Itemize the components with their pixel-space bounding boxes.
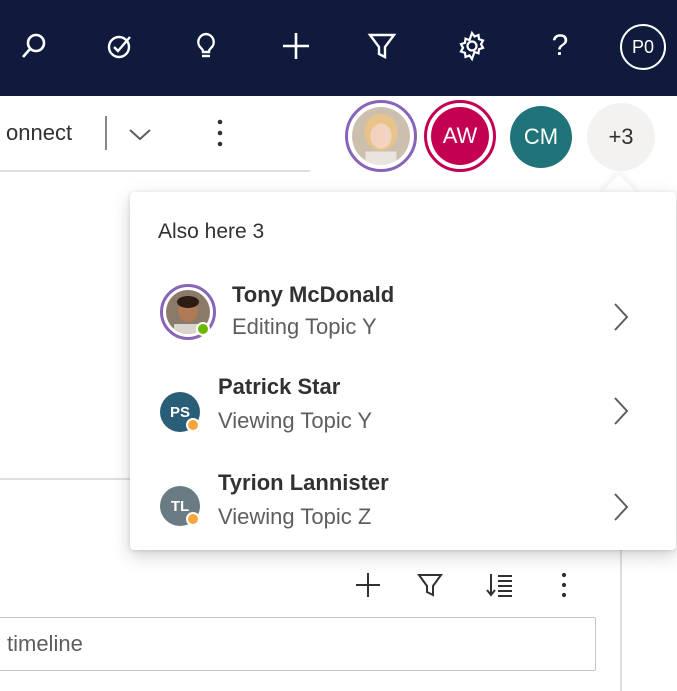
chevron-down-icon[interactable] [126, 122, 154, 146]
more-options-icon[interactable] [206, 116, 234, 150]
also-here-flyout: Also here 3 Tony McDonald Editing Topic … [130, 192, 676, 550]
user-initials: P0 [631, 36, 655, 57]
plus-icon[interactable] [272, 22, 320, 70]
avatar-photo [352, 107, 410, 165]
person-item-patrick-star[interactable]: PS Patrick Star Viewing Topic Y [130, 364, 676, 454]
connect-button[interactable]: onnect [6, 120, 72, 146]
overflow-count: +3 [608, 124, 634, 149]
avatar-aw-initials: AW [431, 107, 489, 165]
timeline-add-icon[interactable] [348, 565, 388, 605]
person-name: Patrick Star [218, 374, 341, 399]
chevron-right-icon [614, 303, 629, 331]
filter-icon[interactable] [358, 22, 406, 70]
person-status: Viewing Topic Z [218, 504, 372, 529]
person-status: Editing Topic Y [232, 314, 377, 339]
presence-away-icon [186, 418, 200, 432]
presence-away-icon [186, 512, 200, 526]
person-initials: PS [169, 403, 190, 421]
person-item-tyrion-lannister[interactable]: TL Tyrion Lannister Viewing Topic Z [130, 458, 676, 548]
top-nav-bar: ? P0 [0, 0, 677, 96]
presence-avatar-aw[interactable]: AW [424, 100, 496, 172]
presence-overflow-button[interactable]: +3 [587, 103, 655, 171]
search-icon[interactable] [10, 22, 58, 70]
help-glyph: ? [551, 29, 569, 62]
presence-avatar-cm[interactable]: CM [510, 106, 572, 168]
timeline-sort-icon[interactable] [480, 565, 520, 605]
help-icon[interactable]: ? [536, 22, 584, 70]
presence-avatar-photo[interactable] [345, 100, 417, 172]
command-bar-divider [0, 170, 310, 172]
person-item-tony-mcdonald[interactable]: Tony McDonald Editing Topic Y [130, 270, 676, 360]
command-bar: onnect [0, 96, 677, 178]
presence-available-icon [196, 322, 210, 336]
task-icon[interactable] [96, 22, 144, 70]
command-separator [105, 116, 107, 150]
timeline-search-input[interactable] [0, 617, 596, 671]
timeline-filter-icon[interactable] [410, 565, 450, 605]
chevron-right-icon [614, 493, 629, 521]
chevron-right-icon [614, 397, 629, 425]
flyout-title: Also here 3 [158, 220, 265, 243]
user-profile-button[interactable]: P0 [620, 24, 666, 70]
timeline-more-icon[interactable] [544, 565, 584, 605]
person-initials: TL [170, 497, 190, 515]
person-status: Viewing Topic Y [218, 408, 373, 433]
lightbulb-icon[interactable] [182, 22, 230, 70]
settings-icon[interactable] [448, 22, 496, 70]
avatar-cm-initials: CM [523, 124, 559, 149]
person-name: Tyrion Lannister [218, 470, 389, 495]
person-name: Tony McDonald [232, 282, 395, 307]
